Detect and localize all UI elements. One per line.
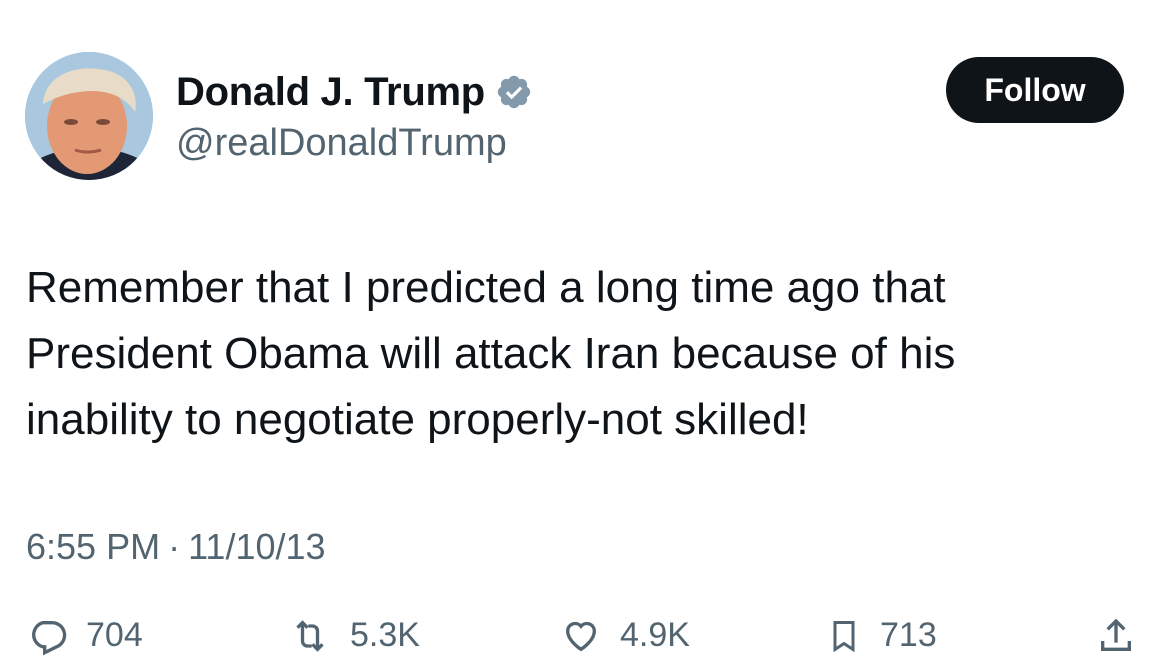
tweet-time: 6:55 PM xyxy=(26,526,161,567)
share-icon xyxy=(1101,618,1131,651)
author-display-name[interactable]: Donald J. Trump xyxy=(176,70,485,115)
share-button[interactable] xyxy=(1096,616,1136,656)
reply-count: 704 xyxy=(86,616,143,654)
tweet-date: 11/10/13 xyxy=(188,526,326,567)
timestamp-separator: · xyxy=(168,526,181,567)
avatar[interactable] xyxy=(25,52,153,180)
tweet-text-line: Remember that I predicted a long time ag… xyxy=(26,263,946,312)
verified-badge-icon[interactable] xyxy=(495,73,533,111)
heart-icon xyxy=(565,621,597,652)
tweet-actions-bar: 704 5.3K 4.9K 713 xyxy=(0,610,1170,670)
tweet-text: Remember that I predicted a long time ag… xyxy=(26,255,1136,453)
retweet-count: 5.3K xyxy=(350,616,420,654)
bookmark-icon xyxy=(833,621,855,653)
author-name-row: Donald J. Trump xyxy=(176,68,533,116)
tweet-timestamp[interactable]: 6:55 PM · 11/10/13 xyxy=(26,526,326,568)
tweet-text-line: President Obama will attack Iran because… xyxy=(26,329,956,378)
retweet-button[interactable]: 5.3K xyxy=(288,616,420,656)
like-count: 4.9K xyxy=(620,616,690,654)
tweet-text-line: inability to negotiate properly-not skil… xyxy=(26,395,809,444)
reply-icon xyxy=(32,621,67,656)
bookmark-button[interactable]: 713 xyxy=(826,616,937,656)
retweet-icon xyxy=(296,620,324,652)
follow-button[interactable]: Follow xyxy=(946,57,1124,123)
avatar-image xyxy=(25,52,153,180)
tweet-card: Donald J. Trump @realDonaldTrump Follow … xyxy=(0,0,1170,656)
bookmark-count: 713 xyxy=(880,616,937,654)
reply-button[interactable]: 704 xyxy=(28,616,143,656)
like-button[interactable]: 4.9K xyxy=(560,616,690,656)
author-handle[interactable]: @realDonaldTrump xyxy=(176,122,507,165)
